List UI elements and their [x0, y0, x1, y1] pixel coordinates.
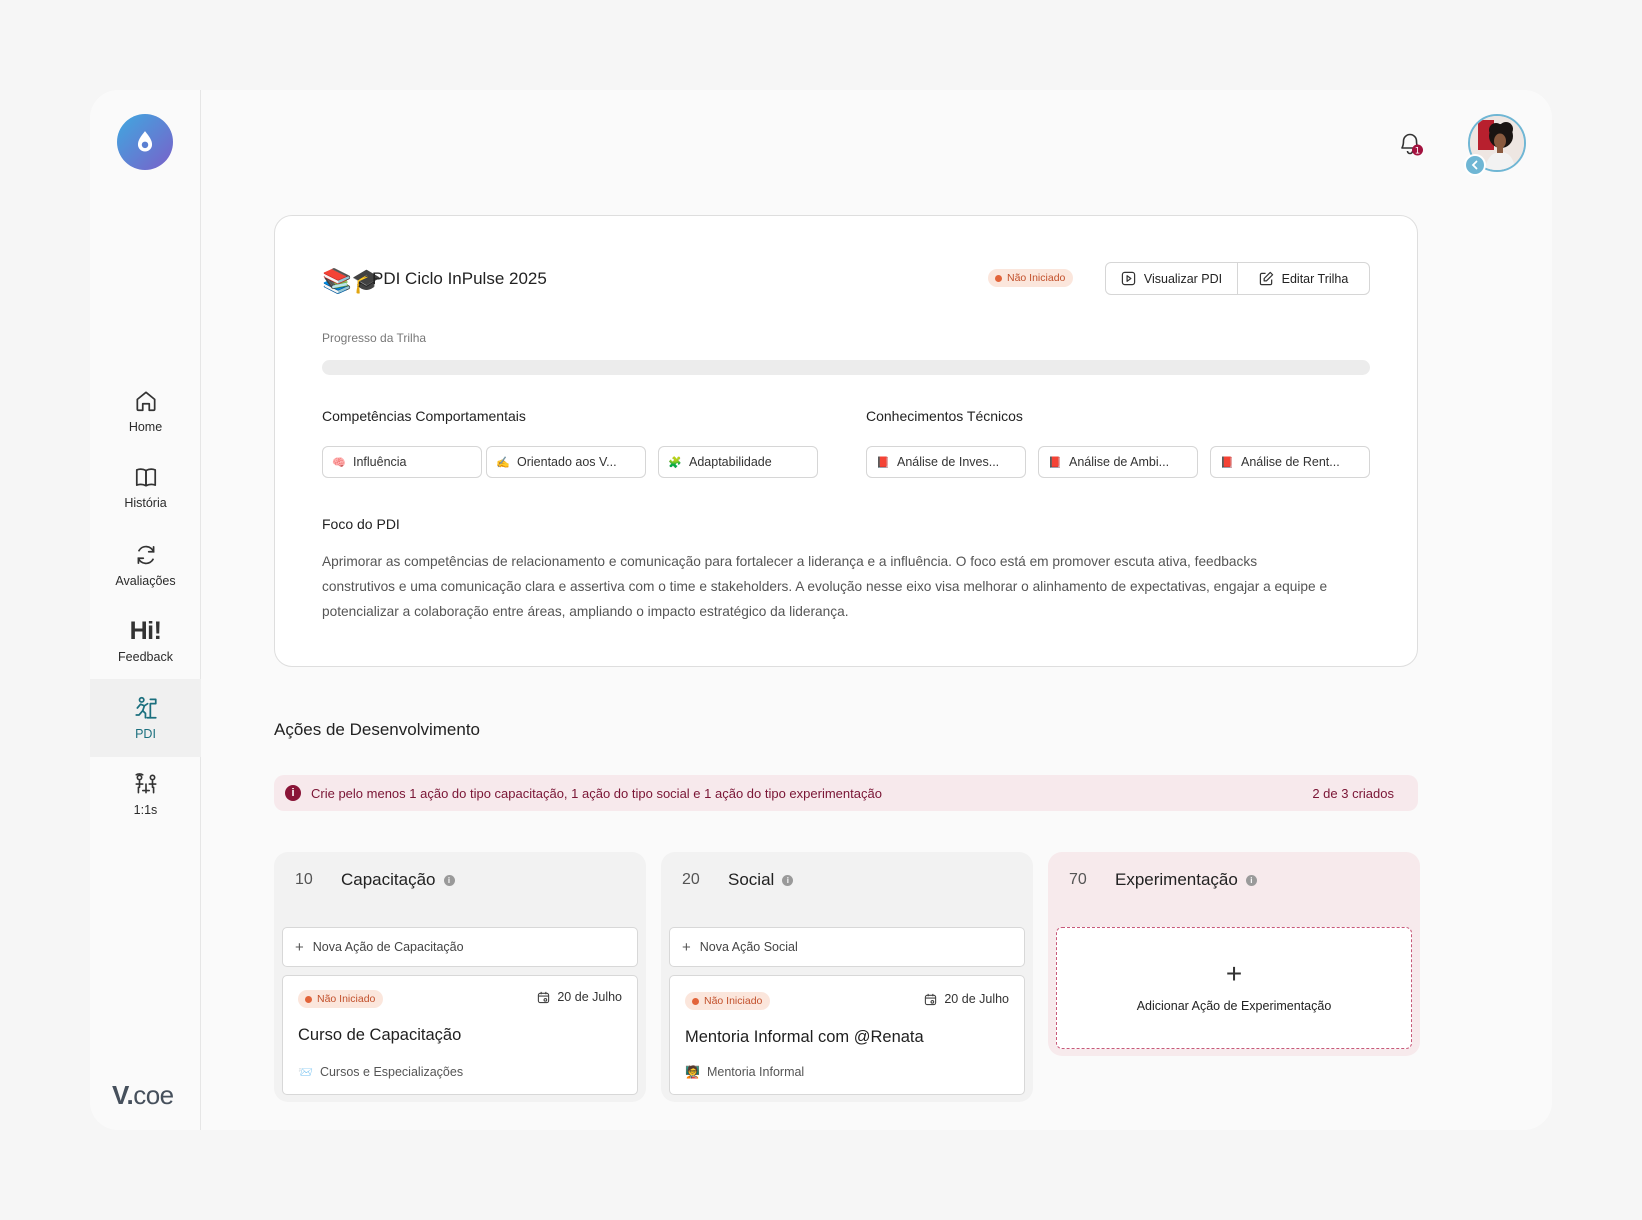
info-alert-icon: i	[285, 785, 301, 801]
column-percent: 10	[295, 871, 313, 888]
view-pdi-button[interactable]: Visualizar PDI	[1106, 263, 1237, 294]
sidebar-item-feedback[interactable]: Hi! Feedback	[90, 602, 201, 680]
action-title: Curso de Capacitação	[298, 1026, 462, 1044]
puzzle-icon: 🧩	[668, 456, 682, 469]
book-icon	[135, 468, 156, 487]
sidebar-item-label: PDI	[135, 727, 156, 741]
actions-title: Ações de Desenvolvimento	[274, 720, 481, 739]
focus-text: Aprimorar as competências de relacioname…	[322, 554, 1328, 619]
column-percent: 20	[682, 871, 700, 888]
drop-logo-icon	[137, 131, 153, 152]
calendar-icon	[925, 993, 937, 1005]
pdi-title: PDI Ciclo InPulse 2025	[372, 269, 547, 288]
knowledge-chip[interactable]: 📕 Análise de Rent...	[1210, 446, 1370, 478]
behavioral-competencies-title: Competências Comportamentais	[322, 408, 526, 424]
column-title: Social i	[728, 870, 794, 890]
new-social-action-button[interactable]: + Nova Ação Social	[669, 927, 1025, 967]
notification-count: 1	[1415, 146, 1420, 156]
refresh-icon	[137, 545, 154, 565]
competency-chip[interactable]: 🧩 Adaptabilidade	[658, 446, 818, 478]
hi-feedback-icon: Hi!	[129, 617, 162, 645]
edit-icon	[1259, 271, 1273, 286]
calendar-icon	[538, 991, 550, 1003]
pdi-card: 📚🎓 PDI Ciclo InPulse 2025 Não Iniciado V…	[274, 215, 1418, 667]
meeting-icon	[134, 773, 157, 794]
sidebar-item-label: Home	[128, 420, 163, 434]
action-date: 20 de Julho	[537, 990, 622, 1004]
status-badge: Não Iniciado	[988, 269, 1074, 287]
action-card[interactable]: Não Iniciado 20 de Julho Curso de Capaci…	[282, 975, 638, 1095]
sidebar-item-1on1s[interactable]: 1:1s	[90, 755, 201, 833]
sidebar-item-pdi[interactable]: PDI	[90, 679, 201, 757]
status-badge: Não Iniciado	[685, 992, 771, 1010]
action-type: 🧑‍🏫 Mentoria Informal	[685, 1065, 805, 1079]
collapse-toggle-button[interactable]	[1464, 154, 1486, 176]
sidebar-item-avaliacoes[interactable]: Avaliações	[90, 526, 201, 604]
status-badge: Não Iniciado	[298, 990, 384, 1008]
notifications-button[interactable]: 1	[1394, 128, 1426, 160]
pdi-button-group: Visualizar PDI Editar Trilha	[1105, 262, 1370, 295]
focus-title: Foco do PDI	[322, 516, 400, 532]
sidebar-item-label: Avaliações	[115, 574, 176, 588]
new-capacitacao-action-button[interactable]: + Nova Ação de Capacitação	[282, 927, 638, 967]
status-dot-icon	[305, 995, 312, 1003]
plus-icon: +	[682, 938, 691, 956]
sidebar-item-label: Feedback	[118, 650, 173, 664]
home-icon	[135, 391, 156, 412]
requirement-alert: i Crie pelo menos 1 ação do tipo capacit…	[274, 775, 1418, 811]
bell-icon: 1	[1401, 133, 1423, 156]
envelope-icon: 📨	[298, 1065, 313, 1079]
plus-icon: +	[295, 938, 304, 956]
alert-text: Crie pelo menos 1 ação do tipo capacitaç…	[311, 785, 882, 801]
action-column-social: 20 Social i + Nova Ação Social Não Inicia…	[661, 852, 1033, 1102]
column-title: Experimentação i	[1115, 870, 1257, 890]
action-card[interactable]: Não Iniciado 20 de Julho Mentoria Inform…	[669, 975, 1025, 1095]
info-icon[interactable]: i	[782, 875, 794, 886]
progress-label: Progresso da Trilha	[322, 331, 427, 345]
info-icon[interactable]: i	[443, 875, 455, 886]
book-red-icon: 📕	[1220, 456, 1234, 469]
competency-chip[interactable]: ✍️ Orientado aos V...	[486, 446, 646, 478]
brand-logo: V.coe	[112, 1080, 174, 1110]
book-red-icon: 📕	[1048, 456, 1062, 469]
sidebar-item-historia[interactable]: História	[90, 448, 201, 526]
status-dot-icon	[692, 997, 699, 1005]
sidebar-item-label: História	[124, 496, 167, 510]
knowledge-chip[interactable]: 📕 Análise de Ambi...	[1038, 446, 1198, 478]
app-window: Home História Avaliações Hi! Feedback PD…	[90, 90, 1552, 1130]
chevron-left-icon	[1471, 160, 1478, 170]
knowledge-chip[interactable]: 📕 Análise de Inves...	[866, 446, 1026, 478]
sidebar: Home História Avaliações Hi! Feedback PD…	[90, 90, 201, 1130]
technical-knowledge-title: Conhecimentos Técnicos	[866, 408, 1023, 424]
play-square-icon	[1121, 271, 1136, 286]
plus-icon: +	[1225, 958, 1243, 989]
add-experimentacao-action-button[interactable]: + Adicionar Ação de Experimentação	[1056, 927, 1412, 1049]
action-type: 📨 Cursos e Especializações	[298, 1065, 464, 1079]
brain-icon: 🧠	[332, 456, 346, 469]
alert-count: 2 de 3 criados	[1312, 785, 1394, 801]
edit-trail-button[interactable]: Editar Trilha	[1237, 263, 1369, 294]
column-percent: 70	[1069, 871, 1087, 888]
info-icon[interactable]: i	[1245, 875, 1257, 886]
action-date: 20 de Julho	[924, 992, 1009, 1006]
sidebar-item-label: 1:1s	[133, 803, 158, 817]
action-title: Mentoria Informal com @Renata	[685, 1028, 924, 1046]
pdi-climb-icon	[134, 696, 157, 719]
competency-chip[interactable]: 🧠 Influência	[322, 446, 482, 478]
writing-hand-icon: ✍️	[496, 456, 510, 469]
book-red-icon: 📕	[876, 456, 890, 469]
column-title: Capacitação i	[341, 870, 455, 890]
progress-bar	[322, 360, 1370, 375]
app-logo[interactable]	[117, 114, 173, 170]
action-column-capacitacao: 10 Capacitação i + Nova Ação de Capacitaç…	[274, 852, 646, 1102]
mentor-icon: 🧑‍🏫	[685, 1065, 700, 1079]
status-dot-icon	[995, 274, 1002, 282]
sidebar-item-home[interactable]: Home	[90, 372, 201, 450]
action-column-experimentacao: 70 Experimentação i + Adicionar Ação de E…	[1048, 852, 1420, 1056]
